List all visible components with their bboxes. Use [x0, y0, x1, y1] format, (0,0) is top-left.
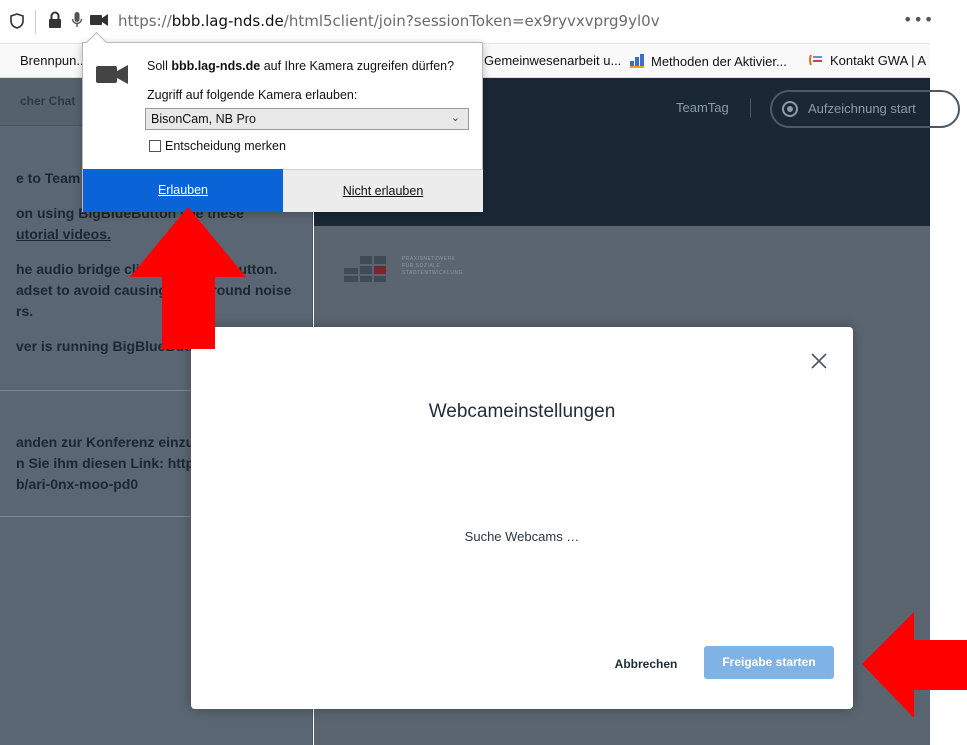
annotation-arrow-up-icon — [130, 207, 246, 349]
permission-question: Soll bbb.lag-nds.de auf Ihre Kamera zugr… — [147, 59, 454, 73]
cancel-button[interactable]: Abbrechen — [606, 648, 686, 680]
bookmark-item[interactable]: Gemeinwesenarbeit u... — [484, 53, 621, 68]
address-field[interactable]: https://bbb.lag-nds.de/html5client/join?… — [118, 12, 660, 30]
checkbox-box[interactable] — [149, 140, 161, 152]
bookmark-label: Brennpun... — [20, 53, 88, 68]
allow-label: Erlauben — [157, 183, 209, 197]
camera-select-label: Zugriff auf folgende Kamera erlauben: — [147, 88, 358, 102]
url-path: /html5client/join?sessionToken=ex9ryvxvp… — [283, 12, 660, 30]
topbar-separator — [750, 98, 751, 118]
remember-label: Entscheidung merken — [165, 139, 286, 153]
question-prefix: Soll — [147, 59, 172, 73]
question-suffix: auf Ihre Kamera zugreifen dürfen? — [260, 59, 455, 73]
deny-button[interactable]: Nicht erlauben — [283, 169, 483, 212]
allow-button[interactable]: Erlauben — [83, 169, 283, 212]
webcam-settings-modal: Webcameinstellungen Suche Webcams … Abbr… — [191, 327, 853, 709]
browser-url-bar: https://bbb.lag-nds.de/html5client/join?… — [0, 0, 933, 44]
deny-label: Nicht erlauben — [342, 184, 424, 198]
logo-line: STADTENTWICKLUNG — [402, 270, 463, 276]
page-actions-menu-button[interactable]: ••• — [903, 10, 934, 29]
camera-icon — [95, 61, 129, 92]
record-label: Aufzeichnung start — [808, 101, 916, 116]
close-icon[interactable] — [809, 351, 829, 371]
remember-decision-checkbox[interactable]: Entscheidung merken — [149, 139, 286, 153]
start-sharing-button[interactable]: Freigabe starten — [704, 646, 834, 679]
bookmark-item[interactable]: Methoden der Aktivier... — [629, 53, 787, 72]
selected-camera: BisonCam, NB Pro — [151, 112, 256, 126]
camera-permission-icon[interactable] — [89, 11, 109, 33]
logo-line: PRAXISNETZWERK — [402, 256, 456, 262]
webcam-search-status: Suche Webcams … — [464, 529, 580, 544]
start-recording-button[interactable]: Aufzeichnung start — [770, 90, 960, 128]
url-host: bbb.lag-nds.de — [171, 12, 284, 30]
bookmark-label: Kontakt GWA | A — [830, 53, 927, 68]
bookmark-item[interactable]: Kontakt GWA | A — [808, 53, 926, 70]
bookmark-item[interactable]: Brennpun... — [20, 53, 87, 68]
logo-text: PRAXISNETZWERK FÜR SOZIALE STADTENTWICKL… — [402, 256, 463, 277]
annotation-arrow-left-icon — [862, 612, 967, 718]
camera-select[interactable]: BisonCam, NB Pro ⌄ — [145, 108, 469, 130]
question-host: bbb.lag-nds.de — [171, 59, 261, 73]
url-scheme: https:// — [118, 12, 172, 30]
lock-icon[interactable] — [48, 11, 62, 33]
bookmark-favicon-icon — [629, 53, 645, 72]
logo-line: FÜR SOZIALE — [402, 263, 441, 269]
tracking-protection-icon[interactable] — [10, 13, 24, 33]
logo-graphic-icon — [344, 256, 386, 282]
bookmark-label: Gemeinwesenarbeit u... — [484, 53, 622, 68]
bookmark-favicon-icon — [808, 53, 824, 70]
modal-title: Webcameinstellungen — [428, 401, 616, 422]
url-bar-separator — [35, 10, 36, 34]
camera-permission-popup: Soll bbb.lag-nds.de auf Ihre Kamera zugr… — [82, 42, 483, 212]
presentation-logo: PRAXISNETZWERK FÜR SOZIALE STADTENTWICKL… — [344, 256, 462, 286]
meeting-name: TeamTag — [676, 100, 729, 115]
record-icon — [782, 101, 798, 117]
chevron-down-icon: ⌄ — [450, 112, 460, 124]
microphone-icon[interactable] — [71, 11, 83, 33]
bookmark-label: Methoden der Aktivier... — [651, 53, 787, 69]
chat-title: cher Chat — [20, 94, 76, 108]
